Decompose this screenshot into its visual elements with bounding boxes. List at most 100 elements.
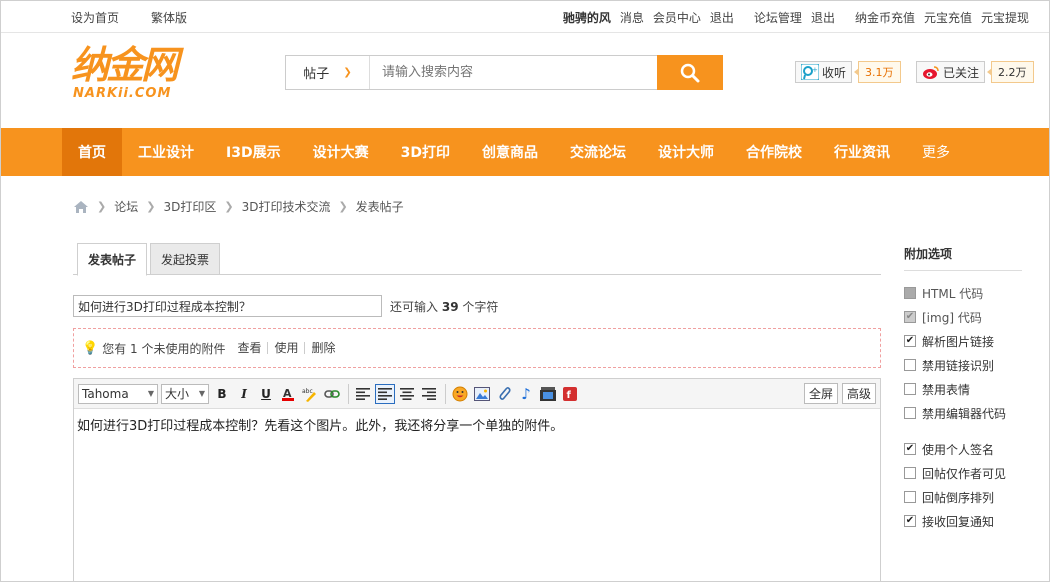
tab-new-poll[interactable]: 发起投票 — [150, 243, 221, 275]
option-checkbox[interactable]: ✔ — [904, 335, 916, 347]
smiley-icon[interactable] — [450, 384, 470, 404]
option-checkbox[interactable] — [904, 383, 916, 395]
link-icon[interactable] — [322, 384, 342, 404]
chevron-down-icon: ▼ — [198, 389, 205, 398]
editor-content-area[interactable]: 如何进行3D打印过程成本控制？先看这个图片。此外，我还将分享一个单独的附件。 — [74, 409, 880, 440]
bold-icon[interactable]: B — [212, 384, 232, 404]
breadcrumb-3d-print-tech[interactable]: 3D打印技术交流 — [242, 198, 331, 215]
option-row[interactable]: 禁用编辑器代码 — [904, 401, 1022, 425]
follow-label: 已关注 — [943, 65, 980, 80]
breadcrumb-current: 发表帖子 — [355, 200, 404, 214]
tencent-weibo-widget: + 收听 3.1万 — [795, 61, 901, 83]
option-row[interactable]: 回帖仅作者可见 — [904, 461, 1022, 485]
nav-item-3d-print[interactable]: 3D打印 — [385, 128, 466, 176]
nav-item-forum[interactable]: 交流论坛 — [554, 128, 642, 176]
attachment-use-link[interactable]: 使用 — [267, 342, 304, 354]
breadcrumb-3d-print-area[interactable]: 3D打印区 — [163, 198, 216, 215]
yuanbao-recharge-link[interactable]: 元宝充值 — [924, 9, 972, 26]
breadcrumb-forum[interactable]: 论坛 — [114, 198, 138, 215]
option-row[interactable]: ✔ 使用个人签名 — [904, 437, 1022, 461]
nav-item-home[interactable]: 首页 — [62, 128, 122, 176]
align-center-icon[interactable] — [375, 383, 395, 404]
breadcrumb-separator: ❯ — [338, 200, 348, 213]
search-button[interactable] — [657, 55, 723, 90]
nav-item-contest[interactable]: 设计大赛 — [297, 128, 385, 176]
hint-suffix: 个字符 — [462, 299, 499, 314]
listen-count: 3.1万 — [854, 61, 901, 83]
search-input[interactable] — [370, 56, 657, 89]
option-label: 接收回复通知 — [922, 514, 995, 529]
attachment-text: 您有 1 个未使用的附件 — [102, 341, 226, 356]
option-row[interactable]: ✔ 解析图片链接 — [904, 329, 1022, 353]
font-family-select[interactable]: Tahoma ▼ — [78, 383, 158, 404]
advanced-button[interactable]: 高级 — [841, 383, 876, 404]
post-title-input[interactable] — [73, 295, 382, 317]
music-icon[interactable]: ♪ — [516, 384, 536, 404]
font-color-icon[interactable]: A — [278, 384, 298, 404]
site-logo[interactable]: 纳金网 NARKii.COM — [71, 44, 231, 104]
nav-item-news[interactable]: 行业资讯 — [818, 128, 906, 176]
extra-options-title: 附加选项 — [904, 245, 1022, 271]
options-group-2: ✔ 使用个人签名回帖仅作者可见 回帖倒序排列 ✔ 接收回复通知 — [904, 437, 1022, 533]
svg-text:+: + — [812, 66, 818, 74]
top-bar-right: 驰骋的风 消息 会员中心 退出 论坛管理 退出 纳金币充值 元宝充值 元宝提现 — [563, 9, 1029, 26]
font-size-value: 大小 — [165, 387, 190, 401]
option-checkbox[interactable] — [904, 359, 916, 371]
logout-link[interactable]: 退出 — [710, 9, 734, 26]
highlight-icon[interactable]: abc — [300, 384, 320, 404]
attachment-delete-link[interactable]: 删除 — [304, 342, 341, 354]
nav-item-more[interactable]: 更多 — [906, 128, 966, 176]
nav-item-industrial-design[interactable]: 工业设计 — [122, 128, 210, 176]
search-type-select[interactable]: 帖子 ❯ — [286, 56, 370, 89]
align-left-icon[interactable] — [353, 384, 373, 404]
search-type-value: 帖子 — [303, 67, 330, 82]
nav-item-creative-goods[interactable]: 创意商品 — [466, 128, 554, 176]
coin-recharge-link[interactable]: 纳金币充值 — [855, 9, 915, 26]
attachment-notice: 💡 您有 1 个未使用的附件 查看 使用 删除 — [73, 328, 881, 368]
font-size-select[interactable]: 大小 ▼ — [161, 383, 209, 404]
option-label: 禁用链接识别 — [922, 358, 995, 373]
listen-button[interactable]: + 收听 — [795, 61, 853, 83]
tab-new-post[interactable]: 发表帖子 — [77, 243, 148, 276]
search-box: 帖子 ❯ — [285, 55, 723, 90]
home-icon[interactable] — [73, 200, 89, 214]
image-icon[interactable] — [472, 384, 492, 404]
option-checkbox[interactable] — [904, 491, 916, 503]
logo-english: NARKii.COM — [73, 86, 172, 101]
option-row[interactable]: 回帖倒序排列 — [904, 485, 1022, 509]
option-row[interactable]: 禁用链接识别 — [904, 353, 1022, 377]
fullscreen-button[interactable]: 全屏 — [803, 383, 838, 404]
align-justify-icon[interactable] — [397, 384, 417, 404]
option-row[interactable]: 禁用表情 — [904, 377, 1022, 401]
option-checkbox[interactable] — [904, 407, 916, 419]
option-checkbox[interactable]: ✔ — [904, 443, 916, 455]
chevron-down-icon: ▼ — [147, 389, 154, 398]
option-checkbox[interactable] — [904, 467, 916, 479]
video-icon[interactable] — [538, 384, 558, 404]
nav-item-i3d[interactable]: I3D展示 — [210, 128, 297, 176]
member-center-link[interactable]: 会员中心 — [653, 9, 701, 26]
option-checkbox[interactable]: ✔ — [904, 515, 916, 527]
align-right-icon[interactable] — [419, 384, 439, 404]
option-label: 使用个人签名 — [922, 442, 995, 457]
option-row: HTML 代码 — [904, 281, 1022, 305]
nav-item-schools[interactable]: 合作院校 — [730, 128, 818, 176]
yuanbao-withdraw-link[interactable]: 元宝提现 — [981, 9, 1029, 26]
messages-link[interactable]: 消息 — [620, 9, 644, 26]
nav-item-masters[interactable]: 设计大师 — [642, 128, 730, 176]
search-icon — [680, 63, 700, 82]
breadcrumb-separator: ❯ — [224, 200, 234, 213]
flash-icon[interactable]: f — [560, 384, 580, 404]
attachment-view-link[interactable]: 查看 — [225, 342, 267, 354]
attachment-icon[interactable] — [494, 384, 514, 404]
admin-logout-link[interactable]: 退出 — [811, 9, 835, 26]
set-homepage-link[interactable]: 设为首页 — [71, 9, 119, 26]
follow-button[interactable]: 已关注 — [916, 61, 986, 83]
forum-admin-link[interactable]: 论坛管理 — [754, 9, 802, 26]
username-link[interactable]: 驰骋的风 — [563, 9, 611, 26]
italic-icon[interactable]: I — [234, 384, 254, 404]
svg-text:abc: abc — [302, 388, 313, 395]
traditional-chinese-link[interactable]: 繁体版 — [151, 9, 187, 26]
option-row[interactable]: ✔ 接收回复通知 — [904, 509, 1022, 533]
underline-icon[interactable]: U — [256, 384, 276, 404]
